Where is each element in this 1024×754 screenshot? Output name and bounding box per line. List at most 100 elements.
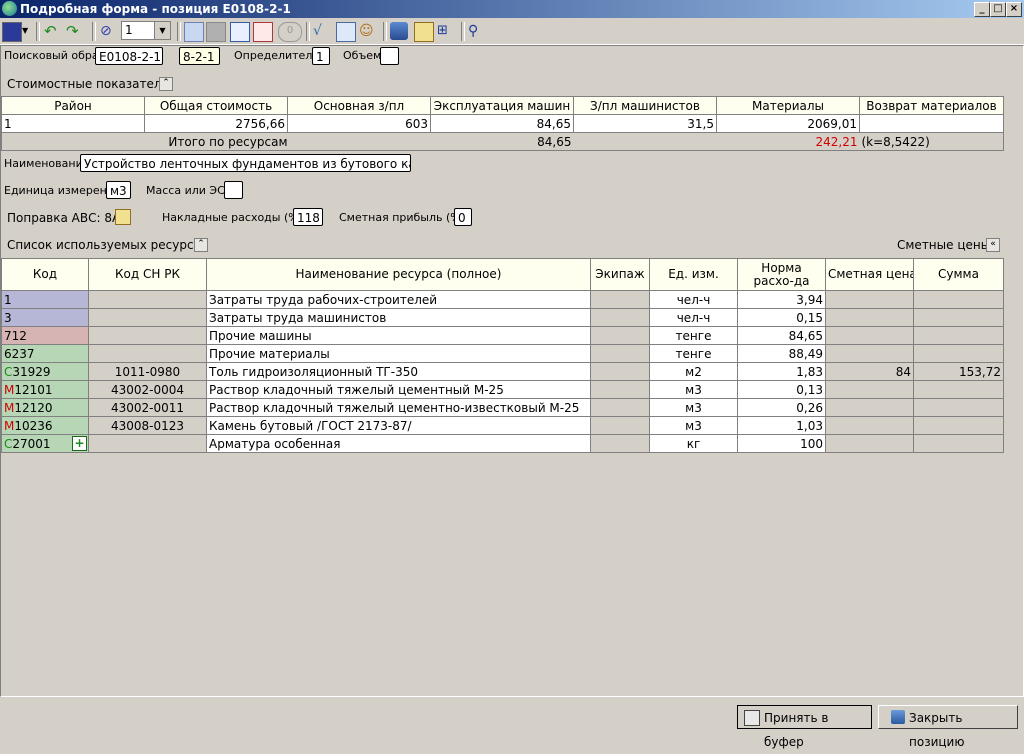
- cost-salary-cell[interactable]: 603: [287, 114, 431, 133]
- collapse-cost-icon[interactable]: ⌃: [159, 77, 173, 91]
- res-sum-cell[interactable]: [913, 290, 1004, 309]
- user-icon[interactable]: ☺: [359, 22, 377, 40]
- res-price-cell[interactable]: [825, 416, 914, 435]
- res-crew-cell[interactable]: [590, 380, 650, 399]
- res-norm-cell[interactable]: 3,94: [737, 290, 826, 309]
- mass-field[interactable]: [224, 181, 243, 199]
- res-crew-cell[interactable]: [590, 344, 650, 363]
- cost-return-cell[interactable]: [859, 114, 1004, 133]
- res-sum-cell[interactable]: [913, 326, 1004, 345]
- res-name-cell[interactable]: Арматура особенная: [206, 434, 591, 453]
- table-row[interactable]: М12120 43002-0011 Раствор кладочный тяжелы…: [1, 398, 1004, 417]
- res-name-cell[interactable]: Прочие материалы: [206, 344, 591, 363]
- res-crew-cell[interactable]: [590, 398, 650, 417]
- res-snrk-cell[interactable]: [88, 290, 207, 309]
- determinant-field[interactable]: 1: [312, 47, 330, 65]
- res-snrk-cell[interactable]: [88, 326, 207, 345]
- res-code-cell[interactable]: 3: [1, 308, 89, 327]
- table-row[interactable]: С27001 + Арматура особенная кг 100: [1, 434, 1004, 453]
- close-window-button[interactable]: ×: [1006, 2, 1022, 17]
- res-unit-cell[interactable]: чел-ч: [649, 308, 738, 327]
- maximize-button[interactable]: □: [990, 2, 1006, 17]
- res-price-cell[interactable]: [825, 434, 914, 453]
- disabled-toggle-icon[interactable]: 0: [278, 22, 302, 42]
- cost-region-cell[interactable]: 1: [1, 114, 145, 133]
- res-sum-cell[interactable]: [913, 344, 1004, 363]
- res-norm-cell[interactable]: 84,65: [737, 326, 826, 345]
- res-crew-cell[interactable]: [590, 416, 650, 435]
- res-unit-cell[interactable]: м2: [649, 362, 738, 381]
- check-list-icon[interactable]: [336, 22, 356, 42]
- search-field[interactable]: E0108-2-1: [95, 47, 163, 65]
- res-snrk-cell[interactable]: 43002-0004: [88, 380, 207, 399]
- res-norm-cell[interactable]: 88,49: [737, 344, 826, 363]
- res-price-cell[interactable]: [825, 308, 914, 327]
- res-sum-cell[interactable]: [913, 434, 1004, 453]
- res-snrk-cell[interactable]: [88, 308, 207, 327]
- res-norm-cell[interactable]: 1,83: [737, 362, 826, 381]
- res-price-cell[interactable]: [825, 344, 914, 363]
- res-snrk-cell[interactable]: [88, 344, 207, 363]
- res-snrk-cell[interactable]: [88, 434, 207, 453]
- res-price-cell[interactable]: [825, 398, 914, 417]
- cost-materials-cell[interactable]: 2069,01: [716, 114, 860, 133]
- volume-field[interactable]: [380, 47, 399, 65]
- res-unit-cell[interactable]: м3: [649, 398, 738, 417]
- res-code-cell[interactable]: М12101: [1, 380, 89, 399]
- chevron-down-icon[interactable]: ▼: [154, 22, 170, 39]
- table-row[interactable]: С31929 1011-0980 Толь гидроизоляционный ТГ…: [1, 362, 1004, 381]
- res-snrk-cell[interactable]: 1011-0980: [88, 362, 207, 381]
- correction-table-icon[interactable]: [115, 209, 131, 225]
- res-norm-cell[interactable]: 0,26: [737, 398, 826, 417]
- res-name-cell[interactable]: Раствор кладочный тяжелый цементно-извес…: [206, 398, 591, 417]
- res-code-cell[interactable]: 1: [1, 290, 89, 309]
- name-field[interactable]: Устройство ленточных фундаментов из буто…: [80, 154, 411, 172]
- res-unit-cell[interactable]: чел-ч: [649, 290, 738, 309]
- table-row[interactable]: 712 Прочие машины тенге 84,65: [1, 326, 1004, 345]
- res-unit-cell[interactable]: тенге: [649, 326, 738, 345]
- table-row[interactable]: М10236 43008-0123 Камень бутовый /ГОСТ 217…: [1, 416, 1004, 435]
- res-price-cell[interactable]: [825, 290, 914, 309]
- res-name-cell[interactable]: Затраты труда рабочих-строителей: [206, 290, 591, 309]
- res-code-cell[interactable]: М10236: [1, 416, 89, 435]
- res-code-cell[interactable]: М12120: [1, 398, 89, 417]
- accept-buffer-button[interactable]: Принять в буфер: [737, 705, 872, 749]
- res-price-cell[interactable]: [825, 380, 914, 399]
- res-crew-cell[interactable]: [590, 326, 650, 345]
- expand-prices-icon[interactable]: «: [986, 238, 1000, 252]
- compass-icon[interactable]: ⊘: [100, 22, 118, 40]
- table-row[interactable]: 1 Затраты труда рабочих-строителей чел-ч 3,…: [1, 290, 1004, 309]
- comment-icon[interactable]: [206, 22, 226, 42]
- code-field[interactable]: 8-2-1: [179, 47, 220, 65]
- res-sum-cell[interactable]: [913, 398, 1004, 417]
- res-norm-cell[interactable]: 0,13: [737, 380, 826, 399]
- res-name-cell[interactable]: Затраты труда машинистов: [206, 308, 591, 327]
- res-crew-cell[interactable]: [590, 362, 650, 381]
- res-sum-cell[interactable]: [913, 380, 1004, 399]
- res-unit-cell[interactable]: кг: [649, 434, 738, 453]
- table-row[interactable]: 3 Затраты труда машинистов чел-ч 0,15: [1, 308, 1004, 327]
- res-crew-cell[interactable]: [590, 434, 650, 453]
- res-norm-cell[interactable]: 0,15: [737, 308, 826, 327]
- unit-field[interactable]: м3: [106, 181, 131, 199]
- dropdown-arrow-icon[interactable]: ▼: [22, 22, 32, 40]
- res-sum-cell[interactable]: 153,72: [913, 362, 1004, 381]
- res-sum-cell[interactable]: [913, 416, 1004, 435]
- res-price-cell[interactable]: [825, 326, 914, 345]
- res-name-cell[interactable]: Толь гидроизоляционный ТГ-350: [206, 362, 591, 381]
- res-crew-cell[interactable]: [590, 290, 650, 309]
- table-row[interactable]: М12101 43002-0004 Раствор кладочный тяжелы…: [1, 380, 1004, 399]
- res-code-cell[interactable]: 712: [1, 326, 89, 345]
- edit-icon[interactable]: [184, 22, 204, 42]
- minimize-button[interactable]: _: [974, 2, 990, 17]
- profit-field[interactable]: 0: [454, 208, 472, 226]
- cost-machines-cell[interactable]: 84,65: [430, 114, 574, 133]
- collapse-resources-icon[interactable]: ⌃: [194, 238, 208, 252]
- calculate-icon[interactable]: √: [313, 22, 331, 40]
- res-unit-cell[interactable]: тенге: [649, 344, 738, 363]
- redo-icon[interactable]: ↷: [66, 22, 84, 40]
- res-name-cell[interactable]: Раствор кладочный тяжелый цементный М-25: [206, 380, 591, 399]
- res-unit-cell[interactable]: м3: [649, 380, 738, 399]
- cost-operator-salary-cell[interactable]: 31,5: [573, 114, 717, 133]
- search-icon[interactable]: ⚲: [468, 22, 486, 40]
